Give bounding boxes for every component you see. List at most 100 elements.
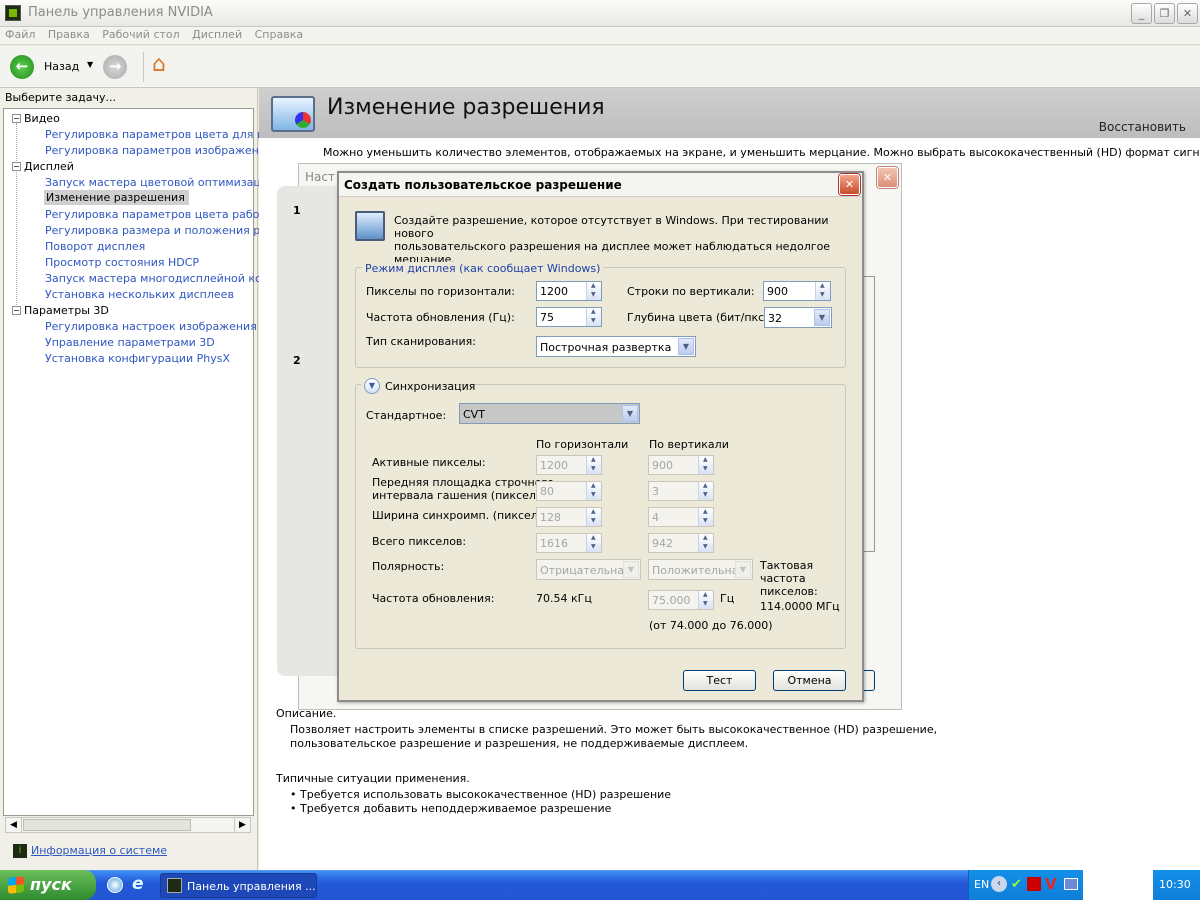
- tree-group-display[interactable]: − Дисплей: [12, 160, 74, 173]
- menu-desktop[interactable]: Рабочий стол: [102, 28, 179, 41]
- collapse-icon[interactable]: −: [12, 114, 21, 123]
- standard-select[interactable]: CVT ▼: [459, 403, 640, 424]
- standard-value[interactable]: CVT: [463, 408, 485, 421]
- menu-file[interactable]: Файл: [5, 28, 35, 41]
- collapse-icon[interactable]: −: [12, 306, 21, 315]
- tree-item[interactable]: Установка нескольких дисплеев: [45, 288, 234, 301]
- v-lines-value[interactable]: 900: [767, 285, 788, 298]
- tree-item[interactable]: Регулировка параметров цвета для вид: [45, 128, 278, 141]
- tree-group-video[interactable]: − Видео: [12, 112, 60, 125]
- cancel-button[interactable]: Отмена: [773, 670, 846, 691]
- home-icon[interactable]: ⌂: [152, 52, 166, 77]
- refresh-rate-value[interactable]: 75: [540, 311, 554, 324]
- internet-explorer-icon[interactable]: e: [132, 874, 144, 894]
- intro-text: Можно уменьшить количество элементов, от…: [323, 146, 1200, 159]
- tree-group-3d[interactable]: − Параметры 3D: [12, 304, 109, 317]
- tree-horizontal-scrollbar[interactable]: ◀ ▶: [5, 817, 251, 833]
- background-dialog-title: Наст: [305, 170, 335, 184]
- menu-edit[interactable]: Правка: [48, 28, 90, 41]
- color-depth-select[interactable]: 32 ▼: [764, 307, 832, 328]
- tray-v-icon[interactable]: V: [1045, 875, 1057, 893]
- start-label[interactable]: пуск: [30, 875, 72, 894]
- spinner-value: 942: [652, 537, 673, 550]
- spinner-arrows-icon[interactable]: [586, 282, 601, 300]
- tree-item[interactable]: Запуск мастера цветовой оптимизации: [45, 176, 275, 189]
- menu-help[interactable]: Справка: [255, 28, 303, 41]
- tree-item[interactable]: Запуск мастера многодисплейной конфи: [45, 272, 286, 285]
- refresh-rate-spinner[interactable]: 75: [536, 307, 602, 327]
- scroll-right-icon[interactable]: ▶: [234, 818, 250, 832]
- scroll-thumb[interactable]: [23, 819, 191, 831]
- back-arrow-icon[interactable]: ←: [10, 55, 34, 79]
- tree-item[interactable]: Регулировка параметров изображения д: [45, 144, 284, 157]
- tray-check-icon[interactable]: ✔: [1011, 877, 1022, 892]
- maximize-button[interactable]: ❐: [1154, 3, 1175, 24]
- spinner-arrows-icon[interactable]: [815, 282, 830, 300]
- horizontal-frequency: 70.54 кГц: [536, 592, 592, 605]
- polarity-label: Полярность:: [372, 560, 445, 573]
- forward-arrow-icon[interactable]: →: [103, 55, 127, 79]
- quick-launch-icon[interactable]: [107, 877, 123, 893]
- dialog-close-button[interactable]: ✕: [839, 174, 860, 195]
- h-pixels-label: Пикселы по горизонтали:: [366, 285, 515, 298]
- close-window-button[interactable]: ✕: [1177, 3, 1198, 24]
- scan-type-value[interactable]: Построчная развертка: [540, 341, 671, 354]
- system-info-icon[interactable]: i: [13, 844, 27, 858]
- h-pixels-value[interactable]: 1200: [540, 285, 568, 298]
- back-history-dropdown-icon[interactable]: ▼: [87, 60, 93, 69]
- tree-item[interactable]: Управление параметрами 3D: [45, 336, 215, 349]
- sync-width-h-spinner: 128: [536, 507, 602, 527]
- color-depth-value[interactable]: 32: [768, 312, 782, 325]
- tree-item[interactable]: Регулировка настроек изображения с пр: [45, 320, 284, 333]
- active-pixels-h-spinner: 1200: [536, 455, 602, 475]
- menu-display[interactable]: Дисплей: [192, 28, 242, 41]
- tree-item-selected[interactable]: Изменение разрешения: [44, 190, 189, 205]
- tree-item[interactable]: Установка конфигурации PhysX: [45, 352, 230, 365]
- tray-network-icon[interactable]: [1064, 878, 1078, 890]
- title-bar: Панель управления NVIDIA _ ❐ ✕: [0, 0, 1200, 27]
- spinner-value: 1200: [540, 459, 568, 472]
- spinner-arrows-icon[interactable]: [586, 308, 601, 326]
- pixel-clock-line: 114.0000 МГц: [760, 600, 840, 613]
- clock: 10:30: [1159, 878, 1191, 891]
- spinner-value: 128: [540, 511, 561, 524]
- chevron-down-icon[interactable]: ▼: [622, 405, 638, 422]
- collapse-sync-icon[interactable]: ▼: [364, 378, 380, 394]
- windows-logo-icon[interactable]: [8, 876, 24, 894]
- chevron-down-icon[interactable]: ▼: [814, 309, 830, 326]
- scan-type-select[interactable]: Построчная развертка ▼: [536, 336, 696, 357]
- collapse-icon[interactable]: −: [12, 162, 21, 171]
- tree-item[interactable]: Поворот дисплея: [45, 240, 145, 253]
- label-line: Передняя площадка строчного: [372, 476, 554, 489]
- tray-security-icon[interactable]: [1027, 877, 1041, 891]
- total-pixels-h-spinner: 1616: [536, 533, 602, 553]
- toolbar-divider: [143, 52, 144, 82]
- test-button[interactable]: Тест: [683, 670, 756, 691]
- back-button-label[interactable]: Назад: [44, 60, 79, 73]
- restore-link[interactable]: Восстановить: [1099, 120, 1186, 134]
- spinner-arrows-icon: [586, 534, 601, 552]
- usage-list: • Требуется использовать высококачествен…: [290, 788, 671, 816]
- dialog-title-bar: Создать пользовательское разрешение ✕: [339, 173, 862, 197]
- language-indicator[interactable]: EN: [974, 878, 989, 891]
- tree-item[interactable]: Регулировка параметров цвета рабочег: [45, 208, 278, 221]
- background-dialog-close-button[interactable]: ✕: [877, 167, 898, 188]
- tree-item[interactable]: Просмотр состояния HDCP: [45, 256, 199, 269]
- display-settings-icon: [271, 96, 315, 132]
- display-mode-group-label: Режим дисплея (как сообщает Windows): [362, 262, 604, 275]
- h-pixels-spinner[interactable]: 1200: [536, 281, 602, 301]
- column-header-horizontal: По горизонтали: [536, 438, 629, 451]
- taskbar-item-label[interactable]: Панель управления ...: [187, 880, 316, 893]
- tray-arrow-icon[interactable]: ‹: [991, 876, 1007, 892]
- usage-item-text: Требуется добавить неподдерживаемое разр…: [300, 802, 612, 815]
- scroll-left-icon[interactable]: ◀: [6, 818, 22, 832]
- system-info-link[interactable]: Информация о системе: [31, 844, 167, 857]
- minimize-button[interactable]: _: [1131, 3, 1152, 24]
- usage-item-text: Требуется использовать высококачественно…: [300, 788, 672, 801]
- chevron-down-icon[interactable]: ▼: [678, 338, 694, 355]
- frequency-unit: Гц: [720, 592, 735, 605]
- background-list-scrollbar[interactable]: [863, 276, 875, 552]
- v-lines-spinner[interactable]: 900: [763, 281, 831, 301]
- tree-item[interactable]: Регулировка размера и положения рабо: [45, 224, 281, 237]
- taskbar-item-nvidia[interactable]: Панель управления ...: [160, 873, 317, 898]
